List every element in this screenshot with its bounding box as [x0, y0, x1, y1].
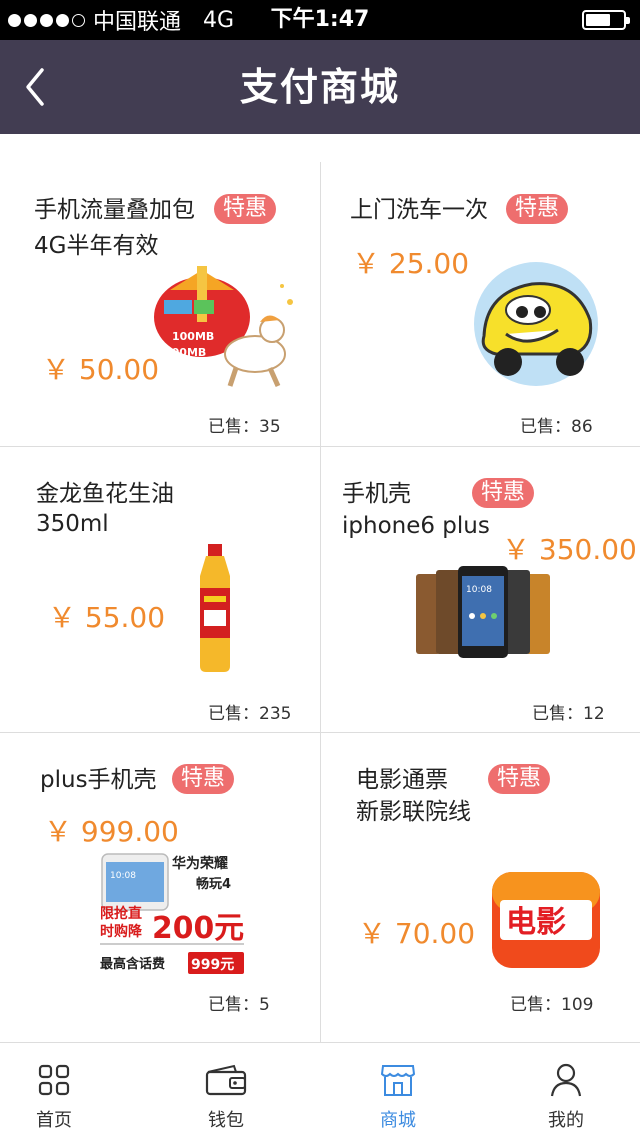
promo-footer: 最高含话费 — [100, 956, 165, 972]
product-title: 上门洗车一次 — [350, 197, 488, 223]
status-bar: 中国联通 4G 下午1:47 — [0, 0, 640, 40]
tab-label: 商城 — [380, 1110, 416, 1131]
product-title: plus手机壳 — [40, 767, 157, 793]
promo-line-2: 时购降 — [100, 923, 143, 940]
tab-bar: 首页 钱包 商城 我的 — [0, 1042, 640, 1143]
product-subtitle: 4G半年有效 — [34, 233, 159, 259]
sold-count: 已售：35 — [208, 417, 281, 437]
gift-text-2: 300MB — [164, 346, 206, 359]
product-card-car-wash[interactable]: 上门洗车一次 特惠 ￥ 25.00 已售：86 — [320, 162, 640, 446]
product-title: 手机流量叠加包 — [34, 197, 195, 223]
promo-phone-icon: 10:08 华为荣耀 畅玩4 限抢直 时购降 200元 最高含话费 999元 — [98, 852, 246, 976]
product-subtitle: iphone6 plus — [342, 513, 490, 539]
product-price: ￥ 70.00 — [358, 917, 476, 950]
movie-ticket-app-icon: 电影 — [492, 872, 600, 968]
sold-count: 已售：5 — [208, 995, 270, 1015]
discount-badge: 特惠 — [214, 194, 277, 224]
user-icon — [550, 1063, 582, 1097]
product-price: ￥ 25.00 — [352, 247, 470, 280]
product-card-phone-case[interactable]: 手机壳 特惠 iphone6 plus ￥ 350.00 已售：12 10:08 — [320, 446, 640, 732]
promo-phone-graphic: 10:08 华为荣耀 畅玩4 限抢直 时购降 200元 最高含话费 999元 — [100, 853, 244, 974]
tab-store[interactable]: 商城 — [318, 1043, 478, 1143]
discount-badge: 特惠 — [172, 764, 235, 794]
data-package-gift-icon: 100MB 300MB — [154, 266, 293, 388]
sold-count: 已售：86 — [520, 417, 593, 437]
tab-label: 钱包 — [208, 1110, 244, 1131]
phone-screen-time: 10:08 — [466, 585, 492, 595]
wallet-icon — [205, 1064, 247, 1096]
oil-bottle-icon — [200, 544, 230, 672]
grid-icon — [38, 1064, 70, 1096]
tab-profile[interactable]: 我的 — [486, 1043, 640, 1143]
product-grid: 手机流量叠加包 特惠 4G半年有效 ￥ 50.00 已售：35 100MB 30… — [0, 162, 640, 1042]
app-icon-text: 电影 — [506, 905, 566, 940]
product-card-peanut-oil[interactable]: 金龙鱼花生油 350ml ￥ 55.00 已售：235 — [0, 446, 320, 732]
product-title: 手机壳 — [342, 481, 411, 507]
promo-model: 畅玩4 — [196, 876, 231, 892]
product-title: 电影通票 — [356, 767, 448, 793]
discount-badge: 特惠 — [488, 764, 551, 794]
product-card-data-package[interactable]: 手机流量叠加包 特惠 4G半年有效 ￥ 50.00 已售：35 100MB 30… — [0, 162, 320, 446]
battery-icon — [582, 10, 630, 30]
product-subtitle: 新影联院线 — [356, 799, 471, 825]
status-time: 下午1:47 — [270, 7, 370, 32]
product-card-plus-phone-case[interactable]: plus手机壳 特惠 ￥ 999.00 已售：5 10:08 华为荣耀 畅玩4 … — [0, 732, 320, 1042]
sold-count: 已售：109 — [510, 995, 594, 1015]
product-price: ￥ 350.00 — [502, 533, 637, 566]
tab-label: 我的 — [548, 1110, 584, 1131]
product-title: 金龙鱼花生油 — [36, 481, 174, 507]
promo-line-1: 限抢直 — [100, 905, 142, 922]
promo-footer-amount: 999元 — [191, 957, 234, 973]
product-price: ￥ 50.00 — [42, 353, 160, 386]
tab-label: 首页 — [36, 1110, 72, 1131]
gift-text-1: 100MB — [172, 330, 214, 343]
phone-cases-icon: 10:08 — [416, 566, 550, 658]
sold-count: 已售：235 — [208, 704, 292, 724]
product-card-movie-ticket[interactable]: 电影通票 特惠 新影联院线 ￥ 70.00 已售：109 电影 — [320, 732, 640, 1042]
sold-count: 已售：12 — [532, 704, 605, 724]
promo-brand: 华为荣耀 — [172, 855, 228, 872]
cartoon-car-icon — [474, 262, 598, 386]
product-subtitle: 350ml — [36, 511, 109, 537]
store-icon — [380, 1065, 416, 1096]
tab-home[interactable]: 首页 — [0, 1043, 134, 1143]
discount-badge: 特惠 — [506, 194, 569, 224]
product-price: ￥ 999.00 — [44, 815, 179, 848]
promo-phone-time: 10:08 — [110, 871, 136, 881]
promo-amount: 200元 — [152, 911, 244, 946]
product-price: ￥ 55.00 — [48, 601, 166, 634]
tab-wallet[interactable]: 钱包 — [146, 1043, 306, 1143]
discount-badge: 特惠 — [472, 478, 535, 508]
page-title: 支付商城 — [239, 65, 400, 109]
navigation-bar: 支付商城 — [0, 40, 640, 134]
